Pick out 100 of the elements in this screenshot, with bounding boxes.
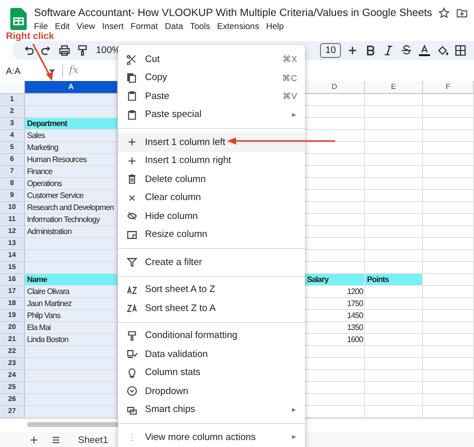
menu-item[interactable]: Edit (54, 21, 70, 32)
name-box[interactable]: A:A (6, 66, 42, 76)
folder-icon[interactable] (456, 7, 468, 19)
table-cell[interactable] (423, 142, 474, 154)
table-cell[interactable] (423, 382, 474, 394)
table-cell[interactable]: Claire Olivara (25, 286, 118, 298)
table-cell[interactable] (365, 130, 423, 142)
table-cell[interactable] (423, 358, 474, 370)
table-cell[interactable] (423, 346, 474, 358)
menu-item[interactable]: Paste ⌘V (118, 87, 305, 106)
table-cell[interactable] (25, 370, 118, 382)
table-cell[interactable] (423, 94, 474, 106)
table-cell[interactable] (25, 346, 118, 358)
table-cell[interactable] (25, 382, 118, 394)
table-cell[interactable] (25, 238, 118, 250)
table-cell[interactable]: Sales (25, 130, 118, 142)
table-cell[interactable] (365, 334, 423, 346)
table-cell[interactable] (365, 394, 423, 406)
strikethrough-icon[interactable] (400, 44, 413, 57)
caret-icon[interactable] (48, 66, 56, 74)
table-cell[interactable]: Finance (25, 166, 118, 178)
table-cell[interactable] (25, 358, 118, 370)
table-cell[interactable] (423, 298, 474, 310)
table-cell[interactable] (365, 118, 423, 130)
menu-item[interactable]: Format (130, 21, 158, 32)
table-cell[interactable] (365, 250, 423, 262)
table-cell[interactable] (25, 406, 118, 418)
table-cell[interactable] (423, 370, 474, 382)
menu-item[interactable]: Create a filter (118, 253, 305, 272)
table-cell[interactable] (423, 190, 474, 202)
table-cell[interactable] (25, 250, 118, 262)
redo-icon[interactable] (40, 44, 53, 57)
table-cell[interactable]: Linda Boston (25, 334, 118, 346)
table-cell[interactable] (25, 262, 118, 274)
table-cell[interactable] (365, 310, 423, 322)
print-icon[interactable] (58, 44, 71, 57)
table-cell[interactable] (423, 154, 474, 166)
menu-item[interactable]: View more column actions (118, 428, 305, 446)
text-color-icon[interactable] (418, 44, 431, 57)
table-cell[interactable]: Points (365, 274, 423, 286)
menu-item[interactable]: Resize column (118, 226, 305, 244)
menu-item[interactable]: Help (266, 21, 284, 32)
borders-icon[interactable] (454, 44, 467, 57)
table-cell[interactable]: Customer Service (25, 190, 118, 202)
table-cell[interactable]: Information Technology (25, 214, 118, 226)
table-cell[interactable]: Human Resources (25, 154, 118, 166)
table-cell[interactable] (365, 166, 423, 178)
table-cell[interactable]: Department (25, 118, 118, 130)
table-cell[interactable] (423, 262, 474, 274)
menu-item[interactable]: Smart chips (118, 400, 305, 419)
menu-item[interactable]: View (76, 21, 96, 32)
menu-item[interactable]: File (34, 21, 48, 32)
star-icon[interactable] (438, 7, 450, 19)
table-cell[interactable] (423, 274, 474, 286)
table-cell[interactable] (423, 118, 474, 130)
sheets-logo-icon[interactable] (10, 8, 27, 30)
fill-color-icon[interactable] (436, 44, 449, 57)
document-title[interactable]: Software Accountant- How VLOOKUP With Multiple Criteria/Values in Google Sheets (34, 6, 432, 20)
table-cell[interactable] (365, 178, 423, 190)
table-cell[interactable] (365, 370, 423, 382)
table-cell[interactable]: Salary (305, 274, 365, 286)
table-cell[interactable] (365, 94, 423, 106)
table-cell[interactable] (365, 154, 423, 166)
paint-format-icon[interactable] (76, 44, 89, 57)
undo-icon[interactable] (22, 44, 35, 57)
sheet-tab[interactable]: Sheet1 (78, 434, 108, 446)
menu-item[interactable]: Insert 1 column left (118, 133, 305, 152)
menu-item[interactable]: Column stats (118, 364, 305, 382)
select-all-corner[interactable] (0, 81, 25, 94)
add-sheet-icon[interactable] (28, 434, 40, 446)
menu-item[interactable]: Dropdown (118, 382, 305, 400)
table-cell[interactable] (365, 346, 423, 358)
table-cell[interactable] (365, 190, 423, 202)
table-cell[interactable]: Jaun Martinez (25, 298, 118, 310)
table-cell[interactable] (365, 406, 423, 418)
table-cell[interactable] (365, 298, 423, 310)
menu-item[interactable]: Data validation (118, 345, 305, 364)
table-cell[interactable] (25, 94, 118, 106)
table-cell[interactable]: Marketing (25, 142, 118, 154)
table-cell[interactable] (423, 394, 474, 406)
table-cell[interactable] (423, 214, 474, 226)
menu-item[interactable]: Data (164, 21, 184, 32)
table-cell[interactable] (423, 310, 474, 322)
table-cell[interactable] (423, 130, 474, 142)
menu-item[interactable]: Cut ⌘X (118, 50, 305, 68)
table-cell[interactable]: Ela Mai (25, 322, 118, 334)
table-cell[interactable]: Name (25, 274, 118, 286)
menu-item[interactable]: Paste special (118, 106, 305, 124)
table-cell[interactable] (423, 406, 474, 418)
menu-item[interactable]: Tools (190, 21, 210, 32)
menu-icon[interactable] (50, 434, 62, 446)
menu-item[interactable]: Delete column (118, 170, 305, 188)
menu-item[interactable]: Sort sheet A to Z (118, 280, 305, 299)
table-cell[interactable] (365, 382, 423, 394)
table-cell[interactable] (365, 142, 423, 154)
table-cell[interactable] (423, 178, 474, 190)
menu-item[interactable]: Insert 1 column right (118, 152, 305, 170)
table-cell[interactable]: Research and Developmen (25, 202, 118, 214)
table-cell[interactable] (25, 394, 118, 406)
table-cell[interactable] (365, 286, 423, 298)
